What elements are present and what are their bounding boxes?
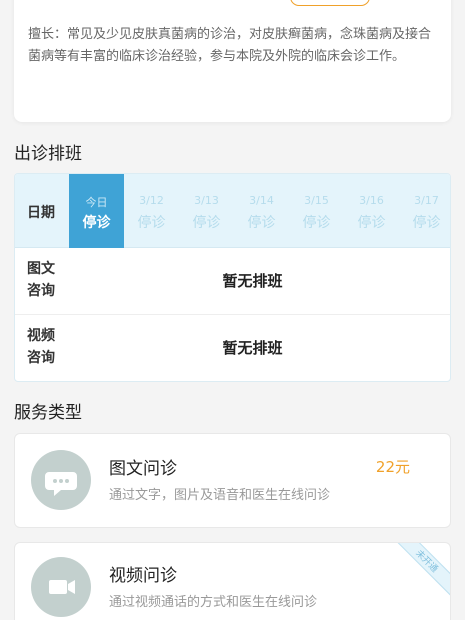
service-video-consult[interactable]: 视频问诊 通过视频通话的方式和医生在线问诊 未开通 [14, 542, 451, 620]
schedule-day[interactable]: 3/15 停诊 [289, 174, 344, 248]
chat-icon [31, 450, 91, 510]
service-description: 通过文字，图片及语音和医生在线问诊 [109, 488, 331, 503]
schedule-day[interactable]: 3/13 停诊 [179, 174, 234, 248]
doctor-profile-card: 擅长：常见及少见皮肤真菌病的诊治，对皮肤癣菌病，念珠菌病及接合菌病等有丰富的临床… [14, 0, 451, 122]
no-schedule-text: 暂无排班 [222, 339, 283, 357]
service-name: 视频问诊 [109, 566, 177, 586]
schedule-row-text-consult: 图文咨询 暂无排班 [15, 248, 450, 315]
day-status: 停诊 [192, 215, 221, 231]
schedule-day[interactable]: 3/16 停诊 [344, 174, 399, 248]
follow-button[interactable] [290, 0, 370, 6]
day-date: 3/14 [249, 194, 274, 207]
day-status: 停诊 [357, 215, 386, 231]
schedule-day[interactable]: 3/14 停诊 [234, 174, 289, 248]
schedule-day[interactable]: 3/12 停诊 [124, 174, 179, 248]
day-status: 停诊 [82, 215, 111, 231]
day-date: 3/15 [304, 194, 329, 207]
schedule-row-video-consult: 视频咨询 暂无排班 [15, 315, 450, 381]
day-date: 3/17 [414, 194, 439, 207]
not-enabled-badge: 未开通 [389, 543, 450, 599]
doctor-expertise: 擅长：常见及少见皮肤真菌病的诊治，对皮肤癣菌病，念珠菌病及接合菌病等有丰富的临床… [28, 27, 432, 64]
day-date: 3/13 [194, 194, 219, 207]
day-status: 停诊 [302, 215, 331, 231]
service-text-consult[interactable]: 图文问诊 通过文字，图片及语音和医生在线问诊 22元 [14, 433, 451, 528]
day-date: 3/12 [139, 194, 164, 207]
date-column-label: 日期 [27, 205, 55, 221]
services-section-title: 服务类型 [14, 403, 82, 423]
day-date: 今日 [85, 196, 108, 209]
video-camera-icon [31, 557, 91, 617]
schedule-section-title: 出诊排班 [14, 144, 82, 164]
profile-card-top-cutoff [14, 0, 451, 10]
day-status: 停诊 [137, 215, 166, 231]
day-status: 停诊 [412, 215, 441, 231]
service-description: 通过视频通话的方式和医生在线问诊 [109, 595, 318, 610]
schedule-day-today[interactable]: 今日 停诊 [69, 174, 124, 248]
day-status: 停诊 [247, 215, 276, 231]
schedule-table: 日期 今日 停诊 3/12 停诊 3/13 停诊 3/14 停诊 3/15 停诊… [14, 173, 451, 382]
service-name: 图文问诊 [109, 459, 177, 479]
no-schedule-text: 暂无排班 [222, 272, 283, 290]
schedule-header: 日期 今日 停诊 3/12 停诊 3/13 停诊 3/14 停诊 3/15 停诊… [15, 174, 450, 248]
schedule-day[interactable]: 3/17 停诊 [399, 174, 450, 248]
service-price: 22元 [375, 458, 410, 476]
day-date: 3/16 [359, 194, 384, 207]
